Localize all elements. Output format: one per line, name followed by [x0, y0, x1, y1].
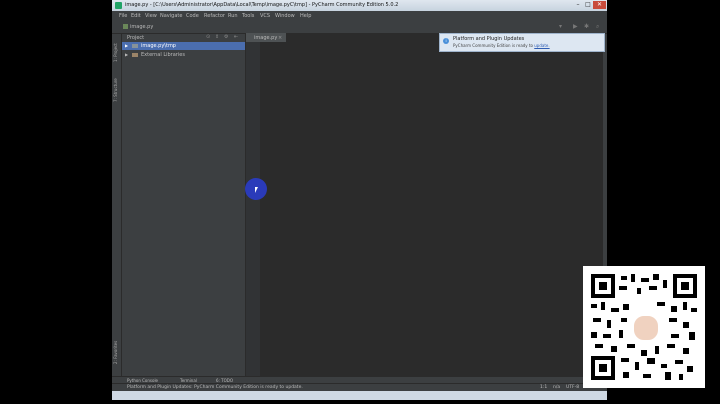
tree-item-label: image.py\tmp: [141, 43, 176, 49]
caret-position[interactable]: 1:1: [540, 385, 547, 390]
window-title: image.py - [C:\Users\Administrator\AppDa…: [125, 2, 399, 8]
library-icon: [132, 53, 138, 57]
notification-body: PyCharm Community Edition is ready to up…: [453, 43, 550, 48]
update-link[interactable]: update.: [534, 43, 549, 48]
project-view-selector[interactable]: Project: [127, 35, 144, 41]
menu-code[interactable]: Code: [186, 13, 199, 19]
close-tab-icon[interactable]: ×: [278, 35, 282, 41]
expand-arrow-icon[interactable]: ▶: [125, 52, 128, 57]
tree-item-label: External Libraries: [141, 52, 185, 58]
search-icon[interactable]: ⌕: [596, 23, 599, 31]
editor-gutter: [245, 34, 261, 376]
menu-tools[interactable]: Tools: [242, 13, 254, 19]
pycharm-icon: [115, 2, 122, 9]
menu-bar: File Edit View Navigate Code Refactor Ru…: [112, 11, 607, 21]
menu-file[interactable]: File: [119, 13, 127, 19]
menu-edit[interactable]: Edit: [131, 13, 141, 19]
mouse-pointer-icon: [255, 187, 258, 193]
maximize-button[interactable]: □: [583, 1, 593, 9]
folder-icon: [132, 44, 138, 48]
update-notification-balloon[interactable]: i Platform and Plugin Updates PyCharm Co…: [439, 33, 605, 52]
menu-navigate[interactable]: Navigate: [160, 13, 182, 19]
left-tool-strip: 1: Project 7: Structure 2: Favorites: [112, 34, 122, 376]
tree-item-external-libraries[interactable]: ▶ External Libraries: [122, 51, 245, 59]
sync-icon[interactable]: ⊙: [206, 34, 210, 40]
menu-refactor[interactable]: Refactor: [204, 13, 225, 19]
project-panel: Project ⊙ ⇕ ⚙ ⇤ ▶ image.py\tmp ▶ Externa…: [122, 34, 245, 376]
favorites-tool-tab[interactable]: 2: Favorites: [113, 334, 120, 364]
pycharm-window: image.py - [C:\Users\Administrator\AppDa…: [112, 0, 607, 400]
menu-run[interactable]: Run: [228, 13, 238, 19]
info-icon: i: [443, 38, 449, 44]
project-tool-tab[interactable]: 1: Project: [113, 38, 120, 62]
menu-view[interactable]: View: [145, 13, 157, 19]
menu-window[interactable]: Window: [275, 13, 295, 19]
collapse-icon[interactable]: ⇕: [215, 34, 219, 40]
tree-item-project-root[interactable]: ▶ image.py\tmp: [122, 42, 245, 50]
menu-vcs[interactable]: VCS: [260, 13, 270, 19]
hide-icon[interactable]: ⇤: [234, 34, 238, 40]
debug-icon[interactable]: ✱: [584, 23, 589, 30]
title-bar: image.py - [C:\Users\Administrator\AppDa…: [112, 0, 607, 11]
qr-code-overlay: [583, 266, 705, 388]
editor-tab-label: image.py: [254, 35, 278, 41]
structure-tool-tab[interactable]: 7: Structure: [113, 68, 120, 102]
file-encoding[interactable]: UTF-8: [566, 385, 579, 390]
notification-title: Platform and Plugin Updates: [453, 36, 525, 42]
breadcrumb-file[interactable]: image.py: [123, 24, 153, 30]
close-button[interactable]: ✕: [593, 1, 606, 9]
line-separator[interactable]: n/a: [553, 385, 560, 390]
run-config-dropdown[interactable]: ▾: [559, 23, 562, 30]
code-editor[interactable]: [260, 34, 607, 376]
run-icon[interactable]: ▶: [573, 23, 578, 30]
minimize-button[interactable]: –: [573, 1, 583, 9]
avatar: [632, 314, 660, 342]
expand-arrow-icon[interactable]: ▶: [125, 43, 128, 48]
menu-help[interactable]: Help: [300, 13, 311, 19]
editor-tab-image-py[interactable]: image.py ×: [246, 33, 286, 42]
taskbar-strip: [112, 391, 607, 400]
gear-icon[interactable]: ⚙: [224, 34, 228, 40]
status-message[interactable]: Platform and Plugin Updates: PyCharm Com…: [127, 385, 303, 390]
